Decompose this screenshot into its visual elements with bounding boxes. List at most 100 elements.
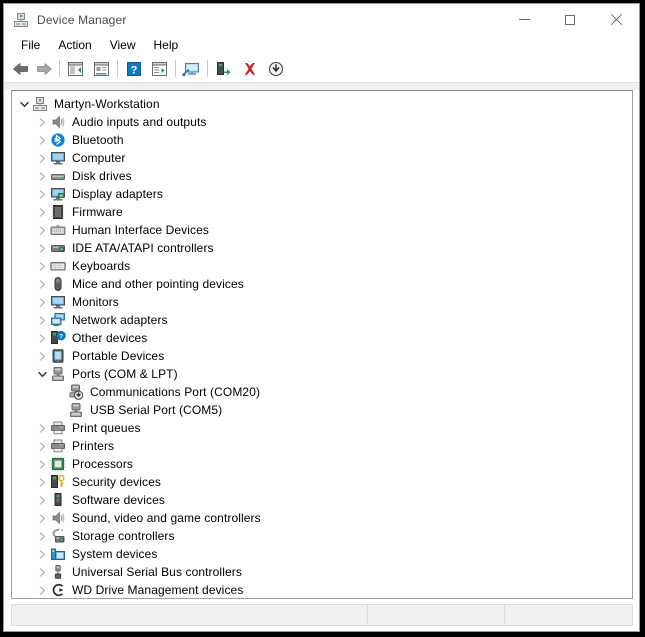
chevron-right-icon[interactable] <box>34 528 50 544</box>
chevron-down-icon[interactable] <box>34 366 50 382</box>
tree-row-audio-inputs-and-outputs[interactable]: Audio inputs and outputs <box>12 113 632 131</box>
chevron-right-icon[interactable] <box>34 348 50 364</box>
chevron-down-icon[interactable] <box>16 96 32 112</box>
update-driver-button[interactable] <box>148 58 171 80</box>
tree-row-keyboards[interactable]: Keyboards <box>12 257 632 275</box>
tree-row-usb-serial-port-com5[interactable]: USB Serial Port (COM5) <box>12 401 632 419</box>
tree-row-software-devices[interactable]: Software devices <box>12 491 632 509</box>
tree-row-ide-ata-atapi-controllers[interactable]: IDE ATA/ATAPI controllers <box>12 239 632 257</box>
unknown-device-icon: ? <box>50 330 66 346</box>
menu-action[interactable]: Action <box>49 36 100 55</box>
tree-row-processors[interactable]: Processors <box>12 455 632 473</box>
minimize-icon <box>519 19 530 20</box>
tree-row-wd-drive-management-devices[interactable]: WD Drive Management devices <box>12 581 632 599</box>
tree-row-bluetooth[interactable]: Bluetooth <box>12 131 632 149</box>
chevron-right-icon[interactable] <box>34 438 50 454</box>
tree-row-firmware[interactable]: Firmware <box>12 203 632 221</box>
chevron-right-icon[interactable] <box>34 456 50 472</box>
maximize-button[interactable] <box>547 4 593 35</box>
chevron-right-icon[interactable] <box>34 186 50 202</box>
caption-button-group <box>501 4 639 35</box>
chevron-right-icon[interactable] <box>34 420 50 436</box>
tree-label: Security devices <box>72 475 161 489</box>
chevron-right-icon[interactable] <box>34 204 50 220</box>
software-device-icon <box>50 492 66 508</box>
tree-label: Portable Devices <box>72 349 164 363</box>
chevron-right-icon[interactable] <box>34 330 50 346</box>
menu-file[interactable]: File <box>12 36 49 55</box>
tree-row-system-devices[interactable]: System devices <box>12 545 632 563</box>
tree-row-universal-serial-bus-controllers[interactable]: Universal Serial Bus controllers <box>12 563 632 581</box>
chevron-right-icon[interactable] <box>34 294 50 310</box>
chevron-right-icon[interactable] <box>34 474 50 490</box>
tree-label: Audio inputs and outputs <box>72 115 207 129</box>
tree-row-communications-port-com20[interactable]: Communications Port (COM20) <box>12 383 632 401</box>
tree-row-sound-video-and-game-controllers[interactable]: Sound, video and game controllers <box>12 509 632 527</box>
tree-row-printers[interactable]: Printers <box>12 437 632 455</box>
status-pane-message <box>12 605 368 625</box>
enable-device-button[interactable] <box>212 58 235 80</box>
tree-label: IDE ATA/ATAPI controllers <box>72 241 214 255</box>
tree-row-other-devices[interactable]: ? Other devices <box>12 329 632 347</box>
tree-label: USB Serial Port (COM5) <box>90 403 222 417</box>
tree-row-portable-devices[interactable]: Portable Devices <box>12 347 632 365</box>
back-button[interactable] <box>9 58 32 80</box>
tree-row-disk-drives[interactable]: Disk drives <box>12 167 632 185</box>
speaker-icon <box>50 114 66 130</box>
minimize-button[interactable] <box>501 4 547 35</box>
tree-row-human-interface-devices[interactable]: Human Interface Devices <box>12 221 632 239</box>
scan-hardware-icon <box>182 61 201 77</box>
chevron-right-icon[interactable] <box>34 510 50 526</box>
tree-label: Other devices <box>72 331 147 345</box>
tree-row-monitors[interactable]: Monitors <box>12 293 632 311</box>
tree-row-mice-and-other-pointing-devices[interactable]: Mice and other pointing devices <box>12 275 632 293</box>
tree-label: System devices <box>72 547 157 561</box>
uninstall-device-button[interactable] <box>238 58 261 80</box>
tree-label: WD Drive Management devices <box>72 583 243 597</box>
chevron-right-icon[interactable] <box>34 168 50 184</box>
close-button[interactable] <box>593 4 639 35</box>
tree-row-network-adapters[interactable]: Network adapters <box>12 311 632 329</box>
scan-hardware-button[interactable] <box>180 58 203 80</box>
tree-row-display-adapters[interactable]: Display adapters <box>12 185 632 203</box>
show-hide-tree-button[interactable] <box>64 58 87 80</box>
tree-row-root[interactable]: Martyn-Workstation <box>12 95 632 113</box>
status-pane-tertiary <box>505 605 632 625</box>
chevron-right-icon[interactable] <box>34 564 50 580</box>
menu-view[interactable]: View <box>101 36 145 55</box>
close-icon <box>610 14 622 26</box>
disable-device-button[interactable] <box>264 58 287 80</box>
chevron-right-icon[interactable] <box>34 312 50 328</box>
back-icon <box>12 61 30 77</box>
tree-label: Disk drives <box>72 169 132 183</box>
printer-icon <box>50 420 66 436</box>
uninstall-device-icon <box>242 61 258 77</box>
port-icon <box>68 402 84 418</box>
chevron-right-icon[interactable] <box>34 240 50 256</box>
toolbar-separator-3 <box>175 60 176 77</box>
chevron-right-icon[interactable] <box>34 276 50 292</box>
tree-row-security-devices[interactable]: Security devices <box>12 473 632 491</box>
forward-button[interactable] <box>32 58 55 80</box>
properties-button[interactable] <box>90 58 113 80</box>
tree-row-computer[interactable]: Computer <box>12 149 632 167</box>
device-tree: Martyn-Workstation Audio inputs and ou <box>12 91 632 599</box>
tree-label: Sound, video and game controllers <box>72 511 261 525</box>
tree-row-ports-com-and-lpt[interactable]: Ports (COM & LPT) <box>12 365 632 383</box>
tree-label: Computer <box>72 151 126 165</box>
toolbar-separator-1 <box>59 60 60 77</box>
chevron-right-icon[interactable] <box>34 150 50 166</box>
tree-row-storage-controllers[interactable]: Storage controllers <box>12 527 632 545</box>
help-button[interactable]: ? <box>122 58 145 80</box>
tree-label: Network adapters <box>72 313 168 327</box>
chevron-right-icon[interactable] <box>34 546 50 562</box>
menu-help[interactable]: Help <box>145 36 188 55</box>
chevron-right-icon[interactable] <box>34 258 50 274</box>
chevron-right-icon[interactable] <box>34 492 50 508</box>
chevron-right-icon[interactable] <box>34 222 50 238</box>
forward-icon <box>35 61 53 77</box>
tree-row-print-queues[interactable]: Print queues <box>12 419 632 437</box>
chevron-right-icon[interactable] <box>34 114 50 130</box>
chevron-right-icon[interactable] <box>34 132 50 148</box>
chevron-right-icon[interactable] <box>34 582 50 598</box>
